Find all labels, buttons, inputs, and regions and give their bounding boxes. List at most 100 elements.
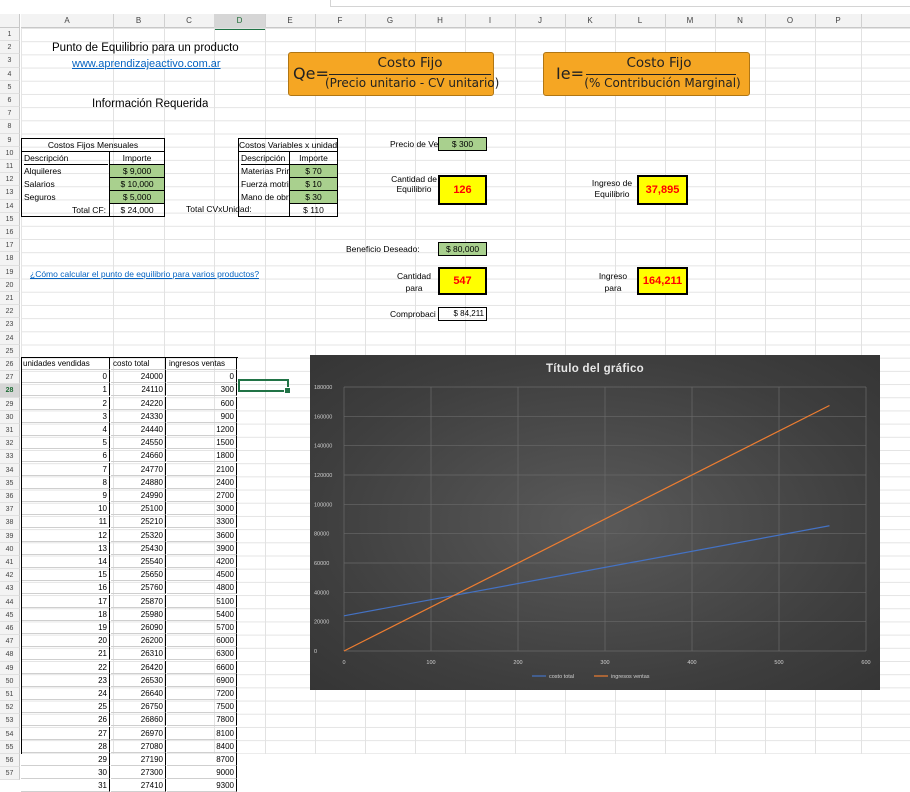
- column-header[interactable]: I: [465, 14, 516, 28]
- row-header[interactable]: 21: [0, 292, 20, 306]
- row-header[interactable]: 44: [0, 595, 20, 609]
- chart[interactable]: Título del gráfico 0 20000 40000 60000 80000…: [310, 355, 880, 690]
- row-header[interactable]: 31: [0, 424, 20, 438]
- row-header[interactable]: 26: [0, 358, 20, 372]
- column-header[interactable]: C: [164, 14, 215, 28]
- row-header[interactable]: 22: [0, 305, 20, 319]
- row-header[interactable]: 34: [0, 463, 20, 477]
- row-header[interactable]: 29: [0, 397, 20, 411]
- row-header[interactable]: 32: [0, 437, 20, 451]
- column-header[interactable]: N: [715, 14, 766, 28]
- table-cell[interactable]: 9300: [167, 779, 237, 792]
- how-to-link[interactable]: ¿Cómo calcular el punto de equilibrio pa…: [30, 269, 259, 279]
- row-header[interactable]: 56: [0, 754, 20, 768]
- column-header[interactable]: A: [21, 14, 114, 28]
- qty-for-label: Cantidad para: [396, 271, 432, 293]
- fixed-costs-table: Costos Fijos Mensuales Descripción Impor…: [21, 138, 165, 217]
- column-header[interactable]: G: [365, 14, 416, 28]
- row-header[interactable]: 5: [0, 80, 20, 94]
- column-header[interactable]: B: [113, 14, 165, 28]
- table-cell[interactable]: 27410: [111, 779, 166, 792]
- row-header[interactable]: 41: [0, 556, 20, 570]
- row-header[interactable]: 18: [0, 252, 20, 266]
- row-header[interactable]: 6: [0, 94, 20, 108]
- row-header[interactable]: 55: [0, 740, 20, 754]
- desired-profit-value[interactable]: $ 80,000: [438, 242, 487, 256]
- column-header[interactable]: K: [565, 14, 616, 28]
- row-header[interactable]: 53: [0, 714, 20, 728]
- row-header[interactable]: 11: [0, 160, 20, 174]
- column-header[interactable]: O: [765, 14, 816, 28]
- table-cell[interactable]: 8700: [167, 753, 237, 766]
- row-header[interactable]: 38: [0, 516, 20, 530]
- row-header[interactable]: 57: [0, 767, 20, 781]
- table-cell[interactable]: 30: [21, 766, 110, 780]
- row-header[interactable]: 48: [0, 648, 20, 662]
- fixed-cost-amount[interactable]: $ 5,000: [109, 191, 164, 204]
- row-header[interactable]: 16: [0, 226, 20, 240]
- column-header[interactable]: L: [615, 14, 666, 28]
- row-header[interactable]: 13: [0, 186, 20, 200]
- column-header[interactable]: J: [515, 14, 566, 28]
- price-label: Precio de Venta: [390, 139, 438, 149]
- row-header[interactable]: 25: [0, 344, 20, 358]
- row-header[interactable]: 12: [0, 173, 20, 187]
- table-cell[interactable]: 9000: [167, 766, 237, 780]
- row-header[interactable]: 1: [0, 28, 20, 42]
- row-header[interactable]: 51: [0, 688, 20, 702]
- price-value[interactable]: $ 300: [438, 137, 487, 151]
- equilibrium-qty-label-text: Cantidad de Equilibrio: [391, 174, 437, 194]
- select-all-corner[interactable]: [0, 14, 20, 28]
- row-header[interactable]: 3: [0, 54, 20, 68]
- row-header[interactable]: 10: [0, 146, 20, 160]
- row-header[interactable]: 52: [0, 701, 20, 715]
- row-header[interactable]: 8: [0, 120, 20, 134]
- row-header[interactable]: 24: [0, 331, 20, 345]
- table-cell[interactable]: 31: [21, 779, 110, 792]
- row-header[interactable]: 17: [0, 239, 20, 253]
- row-header[interactable]: 40: [0, 542, 20, 556]
- active-cell-cursor[interactable]: [238, 379, 291, 394]
- column-header[interactable]: E: [265, 14, 316, 28]
- row-header[interactable]: 47: [0, 635, 20, 649]
- x-tick-label: 600: [861, 660, 870, 666]
- row-header[interactable]: 27: [0, 371, 20, 385]
- table-cell[interactable]: 27300: [111, 766, 166, 780]
- row-header[interactable]: 37: [0, 503, 20, 517]
- row-header[interactable]: 23: [0, 318, 20, 332]
- row-header[interactable]: 4: [0, 67, 20, 81]
- row-header[interactable]: 9: [0, 133, 20, 147]
- table-cell[interactable]: 27190: [111, 753, 166, 766]
- x-tick-label: 100: [426, 660, 435, 666]
- row-header[interactable]: 43: [0, 582, 20, 596]
- row-header[interactable]: 50: [0, 674, 20, 688]
- row-header[interactable]: 28: [0, 384, 20, 398]
- row-header[interactable]: 54: [0, 727, 20, 741]
- row-header[interactable]: 35: [0, 476, 20, 490]
- column-header[interactable]: F: [315, 14, 366, 28]
- row-header[interactable]: 39: [0, 529, 20, 543]
- row-header[interactable]: 45: [0, 608, 20, 622]
- row-header[interactable]: 30: [0, 410, 20, 424]
- row-header[interactable]: 19: [0, 265, 20, 279]
- variable-cost-amount[interactable]: $ 30: [289, 191, 337, 204]
- column-header[interactable]: H: [415, 14, 466, 28]
- row-header[interactable]: 2: [0, 41, 20, 55]
- table-cell[interactable]: 29: [21, 753, 110, 766]
- row-header[interactable]: 46: [0, 622, 20, 636]
- row-header[interactable]: 36: [0, 490, 20, 504]
- row-header[interactable]: 7: [0, 107, 20, 121]
- row-header[interactable]: 20: [0, 278, 20, 292]
- row-header[interactable]: 33: [0, 450, 20, 464]
- fixed-cost-amount[interactable]: $ 10,000: [109, 178, 164, 191]
- variable-cost-amount[interactable]: $ 10: [289, 178, 337, 191]
- row-header[interactable]: 42: [0, 569, 20, 583]
- row-header[interactable]: 49: [0, 661, 20, 675]
- column-header[interactable]: M: [665, 14, 716, 28]
- fixed-cost-amount[interactable]: $ 9,000: [109, 165, 164, 178]
- row-header[interactable]: 15: [0, 212, 20, 226]
- website-link[interactable]: www.aprendizajeactivo.com.ar: [72, 58, 221, 70]
- column-header[interactable]: P: [815, 14, 862, 28]
- row-header[interactable]: 14: [0, 199, 20, 213]
- variable-cost-amount[interactable]: $ 70: [289, 165, 337, 178]
